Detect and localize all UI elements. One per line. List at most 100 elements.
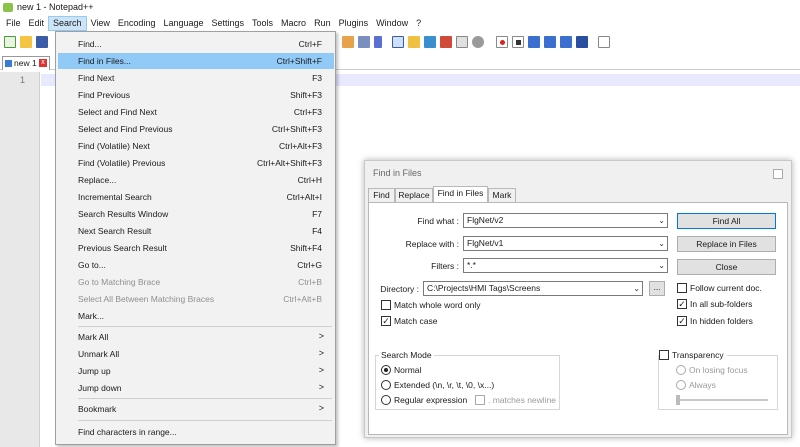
close-tab-icon[interactable]: x	[39, 59, 47, 67]
menu-help[interactable]: ?	[412, 16, 425, 31]
transparency-slider-thumb[interactable]	[676, 395, 680, 405]
always-radio[interactable]: Always	[676, 380, 716, 392]
wrap-icon[interactable]	[374, 36, 382, 48]
menu-item-mark[interactable]: Mark...	[58, 308, 334, 324]
menu-window[interactable]: Window	[372, 16, 412, 31]
follow-current-doc-checkbox[interactable]: Follow current doc.	[677, 283, 762, 295]
sync-scroll-icon[interactable]	[358, 36, 370, 48]
save-macro-icon[interactable]	[560, 36, 572, 48]
submenu-arrow-icon: >	[318, 331, 324, 341]
tab-new-1[interactable]: new 1 x	[2, 56, 50, 70]
menu-item-find-next[interactable]: Find Next F3	[58, 70, 334, 86]
save-icon[interactable]	[36, 36, 48, 48]
menu-tools[interactable]: Tools	[248, 16, 277, 31]
spellcheck-toggle-icon[interactable]	[576, 36, 588, 48]
replace-with-label: Replace with :	[405, 239, 459, 249]
tab-find[interactable]: Find	[368, 188, 395, 202]
search-mode-extended-radio[interactable]: Extended (\n, \r, \t, \0, \x...)	[381, 380, 494, 392]
menu-item-unmark-all[interactable]: Unmark All >	[58, 346, 334, 362]
menu-edit[interactable]: Edit	[25, 16, 49, 31]
folder-workspace-icon[interactable]	[456, 36, 468, 48]
submenu-arrow-icon: >	[318, 348, 324, 358]
function-list-icon[interactable]	[440, 36, 452, 48]
record-macro-icon[interactable]	[496, 36, 508, 48]
menu-plugins[interactable]: Plugins	[335, 16, 373, 31]
new-file-icon[interactable]	[4, 36, 16, 48]
open-file-icon[interactable]	[20, 36, 32, 48]
title-bar: new 1 - Notepad++	[0, 0, 800, 15]
menu-view[interactable]: View	[87, 16, 114, 31]
menu-item-find-previous[interactable]: Find Previous Shift+F3	[58, 87, 334, 103]
replace-in-files-button[interactable]: Replace in Files	[677, 236, 776, 252]
menu-item-jump-down[interactable]: Jump down >	[58, 380, 334, 396]
menu-item-find-characters-in-range[interactable]: Find characters in range...	[58, 424, 334, 440]
menu-item-select-between-braces[interactable]: Select All Between Matching Braces Ctrl+A…	[58, 291, 334, 307]
find-what-label: Find what :	[417, 216, 459, 226]
filters-label: Filters :	[431, 261, 459, 271]
menu-macro[interactable]: Macro	[277, 16, 310, 31]
menu-item-select-find-next[interactable]: Select and Find Next Ctrl+F3	[58, 104, 334, 120]
find-what-input[interactable]: FlgNet/v2 ⌄	[463, 213, 668, 228]
menu-item-find-volatile-next[interactable]: Find (Volatile) Next Ctrl+Alt+F3	[58, 138, 334, 154]
chevron-down-icon[interactable]: ⌄	[658, 237, 665, 250]
in-hidden-folders-checkbox[interactable]: ✓ In hidden folders	[677, 316, 753, 328]
menu-run[interactable]: Run	[310, 16, 335, 31]
menu-item-next-search-result[interactable]: Next Search Result F4	[58, 223, 334, 239]
search-mode-regex-radio[interactable]: Regular expression	[381, 395, 467, 407]
indent-guide-icon[interactable]	[392, 36, 404, 48]
menu-item-bookmark[interactable]: Bookmark >	[58, 401, 334, 417]
zoom-icon[interactable]	[342, 36, 354, 48]
chevron-down-icon[interactable]: ⌄	[658, 259, 665, 272]
checkmark-icon: ✓	[381, 316, 391, 326]
tab-replace[interactable]: Replace	[395, 188, 433, 202]
menu-language[interactable]: Language	[159, 16, 207, 31]
transparency-checkbox[interactable]: Transparency	[659, 350, 727, 362]
search-mode-title: Search Mode	[379, 350, 434, 360]
menu-item-search-results-window[interactable]: Search Results Window F7	[58, 206, 334, 222]
monitoring-icon[interactable]	[472, 36, 484, 48]
filters-input[interactable]: *.* ⌄	[463, 258, 668, 273]
matches-newline-checkbox[interactable]: . matches newline	[475, 395, 556, 407]
line-number-gutter: 1	[0, 72, 40, 447]
submenu-arrow-icon: >	[318, 403, 324, 413]
directory-input[interactable]: C:\Projects\HMI Tags\Screens ⌄	[423, 281, 643, 296]
menu-item-mark-all[interactable]: Mark All >	[58, 329, 334, 345]
menu-item-go-to[interactable]: Go to... Ctrl+G	[58, 257, 334, 273]
close-button[interactable]: Close	[677, 259, 776, 275]
menu-item-jump-up[interactable]: Jump up >	[58, 363, 334, 379]
search-mode-normal-radio[interactable]: Normal	[381, 365, 421, 377]
menu-item-find-in-files[interactable]: Find in Files... Ctrl+Shift+F	[58, 53, 334, 69]
menu-item-incremental-search[interactable]: Incremental Search Ctrl+Alt+I	[58, 189, 334, 205]
spellcheck-icon[interactable]	[598, 36, 610, 48]
find-in-files-dialog: Find in Files Find Replace Find in Files…	[364, 160, 792, 438]
menu-search[interactable]: Search	[48, 16, 87, 31]
menu-settings[interactable]: Settings	[208, 16, 249, 31]
transparency-slider[interactable]	[676, 399, 768, 401]
menu-item-select-find-previous[interactable]: Select and Find Previous Ctrl+Shift+F3	[58, 121, 334, 137]
doc-map-icon[interactable]	[424, 36, 436, 48]
chevron-down-icon[interactable]: ⌄	[633, 282, 640, 295]
match-case-checkbox[interactable]: ✓ Match case	[381, 316, 437, 328]
menu-file[interactable]: File	[2, 16, 25, 31]
tab-mark[interactable]: Mark	[488, 188, 516, 202]
user-lang-icon[interactable]	[408, 36, 420, 48]
menu-item-find-volatile-previous[interactable]: Find (Volatile) Previous Ctrl+Alt+Shift+F…	[58, 155, 334, 171]
stop-macro-icon[interactable]	[512, 36, 524, 48]
find-all-button[interactable]: Find All	[677, 213, 776, 229]
browse-directory-button[interactable]: ...	[649, 281, 665, 296]
menu-item-go-to-matching-brace[interactable]: Go to Matching Brace Ctrl+B	[58, 274, 334, 290]
play-macro-icon[interactable]	[528, 36, 540, 48]
match-whole-word-checkbox[interactable]: Match whole word only	[381, 300, 480, 312]
on-losing-focus-radio[interactable]: On losing focus	[676, 365, 748, 377]
menu-item-find[interactable]: Find... Ctrl+F	[58, 36, 334, 52]
menu-encoding[interactable]: Encoding	[114, 16, 160, 31]
menu-item-previous-search-result[interactable]: Previous Search Result Shift+F4	[58, 240, 334, 256]
tab-find-in-files[interactable]: Find in Files	[433, 186, 488, 202]
replace-with-input[interactable]: FlgNet/v1 ⌄	[463, 236, 668, 251]
menu-item-replace[interactable]: Replace... Ctrl+H	[58, 172, 334, 188]
dialog-close-icon[interactable]	[773, 169, 783, 179]
checkmark-icon: ✓	[677, 316, 687, 326]
in-all-sub-folders-checkbox[interactable]: ✓ In all sub-folders	[677, 299, 752, 311]
chevron-down-icon[interactable]: ⌄	[658, 214, 665, 227]
run-macro-multiple-icon[interactable]	[544, 36, 556, 48]
